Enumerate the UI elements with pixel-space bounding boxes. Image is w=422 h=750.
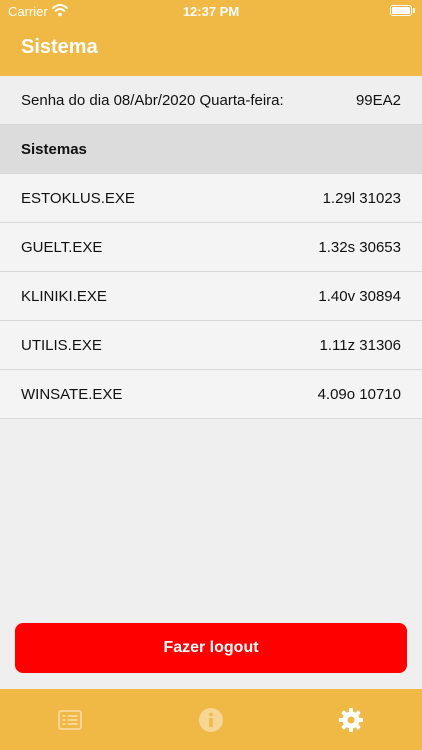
battery-icon: [390, 5, 415, 16]
daily-password-value: 99EA2: [355, 92, 401, 109]
logout-button[interactable]: Fazer logout: [15, 623, 407, 673]
section-title: Sistemas: [21, 141, 87, 158]
system-row[interactable]: WINSATE.EXE 4.09o 10710: [0, 370, 422, 419]
daily-password-label: Senha do dia 08/Abr/2020 Quarta-feira:: [21, 92, 284, 109]
daily-password-row: Senha do dia 08/Abr/2020 Quarta-feira: 9…: [0, 76, 422, 125]
info-icon[interactable]: [198, 707, 224, 733]
section-header: Sistemas: [0, 125, 422, 174]
system-version: 1.29l 31023: [322, 190, 401, 207]
navigation-bar: Carrier 12:37 PM Sistema: [0, 0, 422, 76]
gear-icon[interactable]: [338, 707, 364, 733]
page-title: Sistema: [21, 36, 98, 58]
system-name: WINSATE.EXE: [21, 386, 123, 403]
clock: 12:37 PM: [182, 4, 240, 19]
system-version: 4.09o 10710: [317, 386, 401, 403]
system-name: KLINIKI.EXE: [21, 288, 107, 305]
system-name: UTILIS.EXE: [21, 337, 102, 354]
system-row[interactable]: UTILIS.EXE 1.11z 31306: [0, 321, 422, 370]
system-row[interactable]: GUELT.EXE 1.32s 30653: [0, 223, 422, 272]
system-row[interactable]: KLINIKI.EXE 1.40v 30894: [0, 272, 422, 321]
system-name: ESTOKLUS.EXE: [21, 190, 135, 207]
system-row[interactable]: ESTOKLUS.EXE 1.29l 31023: [0, 174, 422, 223]
system-version: 1.32s 30653: [318, 239, 401, 256]
tab-bar: [0, 689, 422, 750]
system-version: 1.40v 30894: [318, 288, 401, 305]
system-name: GUELT.EXE: [21, 239, 103, 256]
status-bar: Carrier 12:37 PM: [0, 0, 422, 22]
system-version: 1.11z 31306: [319, 337, 401, 354]
list-icon[interactable]: [57, 707, 83, 733]
